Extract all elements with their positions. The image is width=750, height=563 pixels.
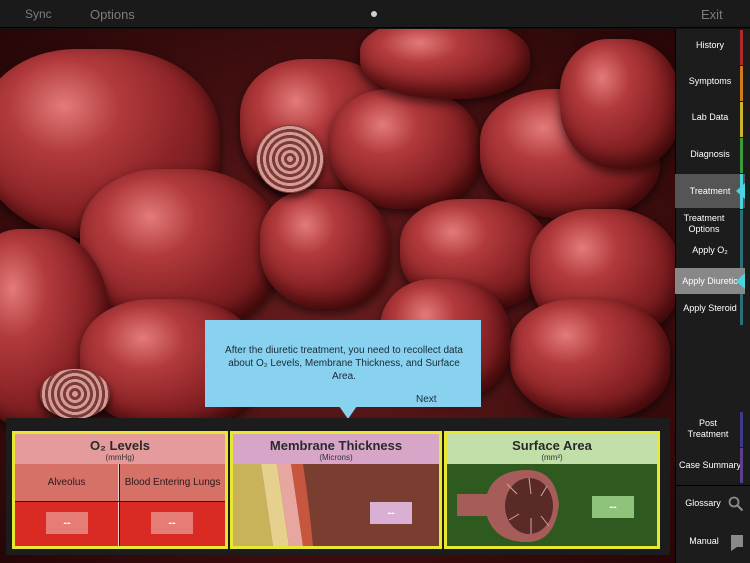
sidebar-item-post-treatment[interactable]: Post Treatment — [678, 418, 738, 442]
membrane-thickness-card: Membrane Thickness (Microns) -- — [230, 431, 442, 549]
sidebar-item-apply-steroid[interactable]: Apply Steroid — [675, 303, 745, 315]
search-icon[interactable] — [728, 496, 744, 517]
sync-button[interactable]: Sync — [25, 7, 52, 21]
sidebar — [675, 29, 750, 563]
measurement-panel: O₂ Levels (mmHg) Alveolus Blood Entering… — [6, 418, 670, 555]
o2-levels-unit: (mmHg) — [105, 453, 135, 462]
membrane-thickness-header: Membrane Thickness (Microns) — [233, 434, 439, 464]
sidebar-bar-case-summary — [740, 448, 743, 483]
membrane-thickness-value[interactable]: -- — [370, 502, 412, 524]
surface-illustration: -- — [447, 464, 657, 546]
membrane-thickness-unit: (Microns) — [319, 453, 353, 462]
surface-area-unit: (mm²) — [541, 453, 563, 462]
o2-levels-header: O₂ Levels (mmHg) — [15, 434, 225, 464]
sidebar-item-treatment[interactable]: Treatment — [675, 174, 745, 208]
alveolus-value-cell: -- — [15, 502, 119, 546]
tooltip-text: After the diuretic treatment, you need t… — [225, 345, 463, 382]
top-bar: Sync Options Exit — [0, 0, 750, 28]
sidebar-item-treatment-options[interactable]: Treatment Options — [678, 213, 730, 237]
sidebar-item-diagnosis[interactable]: Diagnosis — [675, 149, 745, 161]
sidebar-bar-symptoms — [740, 66, 743, 101]
sidebar-item-symptoms[interactable]: Symptoms — [675, 76, 745, 88]
o2-levels-card: O₂ Levels (mmHg) Alveolus Blood Entering… — [12, 431, 228, 549]
tissue-cell — [360, 29, 530, 99]
instruction-tooltip: After the diuretic treatment, you need t… — [205, 320, 481, 407]
tissue-cell — [260, 189, 390, 309]
treatment-selected-arrow — [736, 183, 745, 199]
sidebar-bar-lab-data — [740, 102, 743, 137]
page-indicator-dot — [371, 11, 377, 17]
diuretic-selected-arrow — [736, 273, 745, 289]
tissue-cell — [510, 299, 670, 419]
sidebar-bar-diagnosis — [740, 138, 743, 173]
tissue-cell — [560, 39, 675, 169]
membrane-illustration: -- — [233, 464, 439, 546]
sidebar-item-lab-data[interactable]: Lab Data — [675, 112, 745, 124]
sidebar-item-apply-o2[interactable]: Apply O₂ — [675, 245, 745, 257]
particle-cluster — [40, 369, 110, 419]
o2-levels-title: O₂ Levels — [90, 438, 150, 453]
surface-area-card: Surface Area (mm²) -- — [444, 431, 660, 549]
sidebar-item-manual[interactable]: Manual — [675, 536, 733, 548]
blood-entering-lungs-value[interactable]: -- — [151, 512, 193, 534]
surface-area-title: Surface Area — [512, 438, 592, 453]
membrane-thickness-title: Membrane Thickness — [269, 438, 403, 453]
particle-cluster — [256, 125, 324, 193]
sidebar-item-glossary[interactable]: Glossary — [675, 498, 731, 510]
sidebar-bar-history — [740, 30, 743, 65]
surface-area-value[interactable]: -- — [592, 496, 634, 518]
blood-value-cell: -- — [120, 502, 225, 546]
chat-bubble-icon[interactable] — [731, 535, 743, 556]
exit-button[interactable]: Exit — [701, 7, 723, 22]
surface-area-header: Surface Area (mm²) — [447, 434, 657, 464]
sidebar-item-apply-diuretic[interactable]: Apply Diuretic — [675, 268, 745, 294]
sidebar-divider — [675, 485, 750, 486]
alveolus-label: Alveolus — [15, 464, 119, 501]
options-button[interactable]: Options — [90, 7, 135, 22]
blood-entering-lungs-label: Blood Entering Lungs — [120, 464, 225, 501]
sidebar-item-case-summary[interactable]: Case Summary — [675, 460, 745, 472]
sidebar-item-history[interactable]: History — [675, 40, 745, 52]
tissue-cell — [330, 89, 480, 209]
sidebar-bar-post-treatment — [740, 412, 743, 447]
alveolus-value[interactable]: -- — [46, 512, 88, 534]
next-button[interactable]: Next — [416, 394, 437, 405]
